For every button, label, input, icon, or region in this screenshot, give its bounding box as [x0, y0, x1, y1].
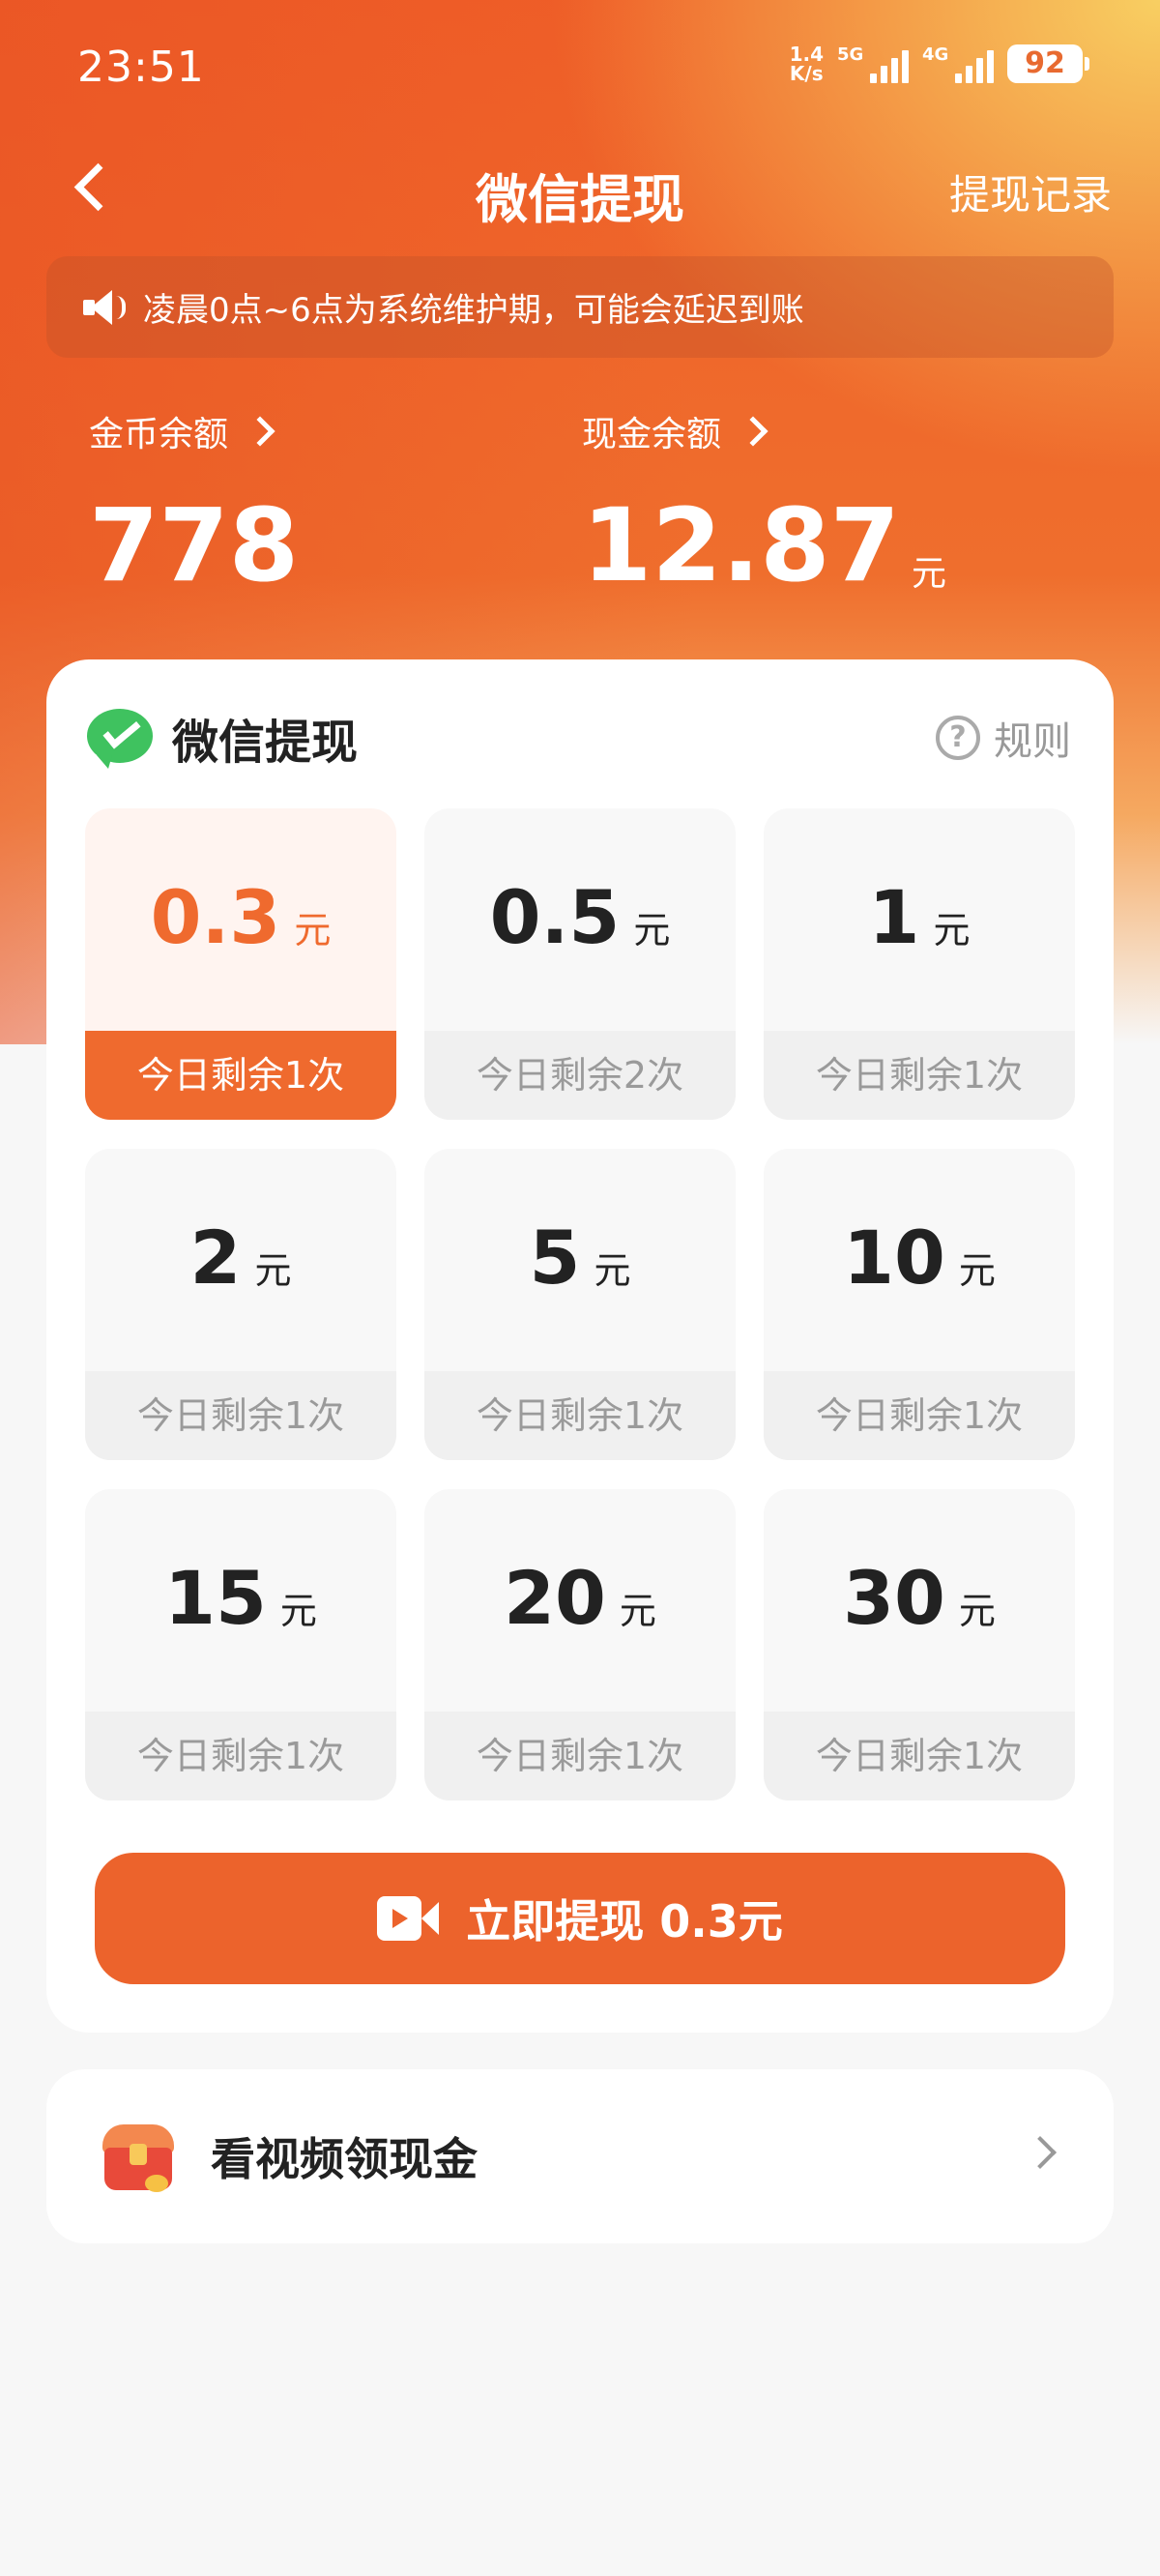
- withdraw-now-button[interactable]: 立即提现 0.3元: [95, 1853, 1065, 1984]
- amount-option[interactable]: 5元 今日剩余1次: [424, 1149, 736, 1460]
- rules-button[interactable]: ? 规则: [936, 710, 1071, 766]
- amount-unit: 元: [958, 1249, 996, 1292]
- amount-option[interactable]: 30 元 今日剩余1次: [764, 1489, 1075, 1800]
- amount-unit: 元: [619, 1590, 656, 1632]
- cash-balance[interactable]: 现金余额 12.87 元: [582, 406, 946, 596]
- amount-option[interactable]: 0.3 元 今日剩余1次: [85, 808, 396, 1120]
- rules-label: 规则: [994, 719, 1071, 764]
- cash-balance-label: 现金余额: [582, 415, 722, 454]
- amount-value: 10: [843, 1215, 945, 1301]
- status-indicators: 1.4 K/s 5G 4G 92: [790, 44, 1089, 83]
- amount-option[interactable]: 0.5 元 今日剩余2次: [424, 808, 736, 1120]
- watch-video-cash-row[interactable]: 看视频领现金: [46, 2069, 1114, 2243]
- withdraw-history-link[interactable]: 提现记录: [949, 162, 1112, 221]
- signal-4g-icon: 4G: [922, 44, 994, 83]
- amount-options: 0.3 元 今日剩余1次 0.5 元 今日剩余2次 1元 今日剩余1次 2元 今日剩…: [85, 808, 1075, 1800]
- amount-unit: 元: [594, 1249, 631, 1292]
- signal-5g-icon: 5G: [837, 44, 909, 83]
- chevron-right-icon: [738, 416, 768, 447]
- network-speed-value: 1.4: [789, 43, 824, 66]
- notice-text: 凌晨0点~6点为系统维护期，可能会延迟到账: [143, 291, 804, 330]
- signal-4g-label: 4G: [922, 44, 949, 65]
- cash-balance-unit: 元: [911, 554, 946, 594]
- remaining-count: 今日剩余1次: [85, 1371, 396, 1460]
- card-title: 微信提现: [172, 716, 359, 770]
- card-header: 微信提现: [87, 704, 358, 772]
- remaining-count: 今日剩余1次: [424, 1712, 736, 1800]
- promo-label: 看视频领现金: [211, 2133, 478, 2185]
- amount-unit: 元: [254, 1249, 292, 1292]
- remaining-count: 今日剩余1次: [85, 1031, 396, 1120]
- cash-balance-value: 12.87: [582, 486, 900, 604]
- network-speed-unit: K/s: [789, 62, 824, 85]
- amount-unit: 元: [958, 1590, 996, 1632]
- question-icon: ?: [936, 716, 980, 760]
- maintenance-notice: 凌晨0点~6点为系统维护期，可能会延迟到账: [46, 256, 1114, 358]
- remaining-count: 今日剩余1次: [764, 1371, 1075, 1460]
- wechat-icon: [87, 709, 155, 769]
- network-speed: 1.4 K/s: [790, 44, 824, 83]
- coin-balance-label: 金币余额: [89, 415, 229, 454]
- amount-value: 5: [529, 1215, 581, 1301]
- remaining-count: 今日剩余2次: [424, 1031, 736, 1120]
- amount-option[interactable]: 20 元 今日剩余1次: [424, 1489, 736, 1800]
- treasure-chest-icon: [101, 2119, 176, 2194]
- chevron-right-icon: [245, 416, 276, 447]
- signal-5g-label: 5G: [837, 44, 864, 65]
- amount-unit: 元: [633, 909, 671, 951]
- coin-balance-value: 778: [89, 486, 300, 604]
- video-camera-icon: [377, 1896, 440, 1941]
- page-header: 微信提现 提现记录: [0, 145, 1160, 232]
- status-bar: 23:51 1.4 K/s 5G 4G 92: [0, 0, 1160, 135]
- chevron-right-icon: [1024, 2136, 1057, 2169]
- amount-value: 2: [189, 1215, 242, 1301]
- speaker-icon: [83, 288, 126, 327]
- amount-unit: 元: [933, 909, 971, 951]
- amount-unit: 元: [294, 909, 332, 951]
- amount-option[interactable]: 15 元 今日剩余1次: [85, 1489, 396, 1800]
- amount-option[interactable]: 10 元 今日剩余1次: [764, 1149, 1075, 1460]
- amount-value: 0.5: [489, 874, 621, 960]
- amount-value: 20: [504, 1555, 606, 1641]
- status-time: 23:51: [77, 43, 205, 92]
- withdraw-button-label: 立即提现 0.3元: [466, 1895, 783, 1947]
- amount-value: 1: [868, 874, 920, 960]
- battery-icon: 92: [1007, 44, 1089, 83]
- amount-option[interactable]: 1元 今日剩余1次: [764, 808, 1075, 1120]
- coin-balance[interactable]: 金币余额 778: [89, 406, 299, 596]
- amount-value: 0.3: [150, 874, 281, 960]
- remaining-count: 今日剩余1次: [764, 1712, 1075, 1800]
- remaining-count: 今日剩余1次: [424, 1371, 736, 1460]
- amount-value: 15: [164, 1555, 267, 1641]
- amount-unit: 元: [279, 1590, 317, 1632]
- withdraw-card: 微信提现 ? 规则 0.3 元 今日剩余1次 0.5 元 今日剩余2次 1元 今日剩…: [46, 659, 1114, 2033]
- amount-option[interactable]: 2元 今日剩余1次: [85, 1149, 396, 1460]
- remaining-count: 今日剩余1次: [764, 1031, 1075, 1120]
- amount-value: 30: [843, 1555, 945, 1641]
- remaining-count: 今日剩余1次: [85, 1712, 396, 1800]
